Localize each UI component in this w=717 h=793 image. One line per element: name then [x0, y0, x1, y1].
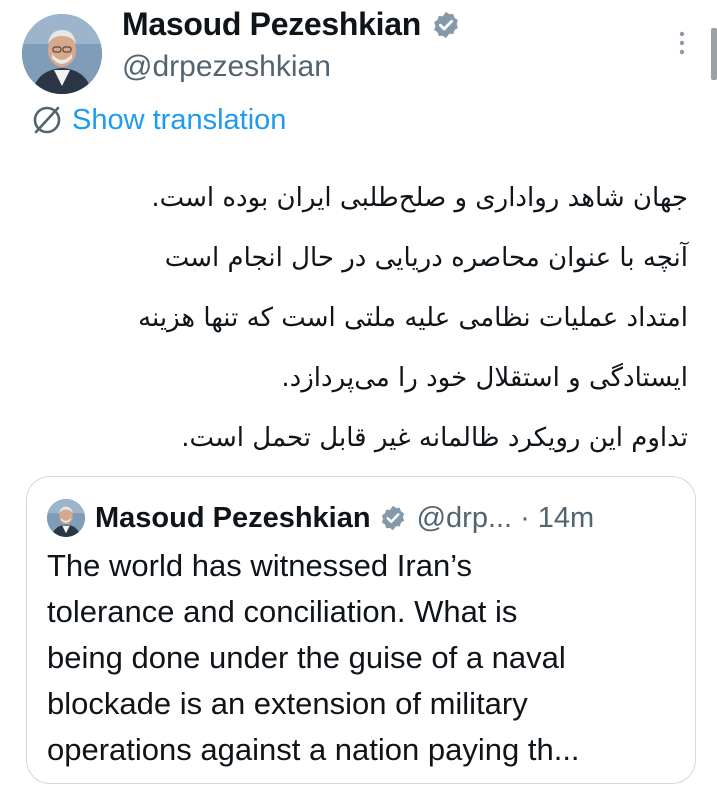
quoted-text-line: The world has witnessed Iran’s [47, 548, 473, 583]
quoted-text-line: being done under the guise of a naval [47, 640, 566, 675]
tweet-text-line: تداوم این رویکرد ظالمانه غیر قابل تحمل ا… [181, 423, 688, 453]
quoted-author-display-name[interactable]: Masoud Pezeshkian [95, 502, 371, 535]
dot-separator: · [520, 501, 530, 534]
quoted-tweet-text: The world has witnessed Iran’s tolerance… [47, 543, 687, 773]
author-handle[interactable]: @drpezeshkian [122, 50, 331, 84]
tweet-text-line: آنچه با عنوان محاصره دریایی در حال انجام… [164, 243, 688, 273]
more-vertical-icon[interactable] [672, 28, 692, 58]
tweet-text-line: جهان شاهد رواداری و صلح‌طلبی ایران بوده … [151, 183, 688, 213]
quoted-tweet-timestamp[interactable]: 14m [538, 502, 594, 535]
tweet-text-line: ایستادگی و استقلال خود را می‌پردازد. [281, 363, 688, 393]
quoted-tweet-card[interactable]: Masoud Pezeshkian @drp... · 14m The worl… [26, 476, 696, 784]
tweet-text: جهان شاهد رواداری و صلح‌طلبی ایران بوده … [24, 168, 688, 468]
show-translation-label: Show translation [72, 103, 287, 136]
scrollbar[interactable] [711, 28, 717, 80]
tweet-header: Masoud Pezeshkian @drpezeshkian Show tra… [0, 0, 717, 160]
verified-badge-icon [379, 504, 407, 532]
show-translation-button[interactable]: Show translation [30, 103, 286, 137]
globe-icon [30, 103, 64, 137]
quoted-author-handle[interactable]: @drp... [417, 502, 513, 535]
quoted-text-line: operations against a nation paying th... [47, 732, 580, 767]
tweet-text-line: امتداد عملیات نظامی علیه ملتی است که تنه… [138, 303, 688, 333]
verified-badge-icon[interactable] [431, 10, 461, 40]
quoted-author-avatar[interactable] [47, 499, 85, 537]
quoted-text-line: tolerance and conciliation. What is [47, 594, 518, 629]
author-avatar[interactable] [22, 14, 102, 94]
author-display-name[interactable]: Masoud Pezeshkian [122, 6, 421, 43]
quoted-text-line: blockade is an extension of military [47, 686, 528, 721]
author-name-row: Masoud Pezeshkian [122, 6, 461, 43]
quoted-tweet-header: Masoud Pezeshkian @drp... · 14m [47, 499, 594, 537]
